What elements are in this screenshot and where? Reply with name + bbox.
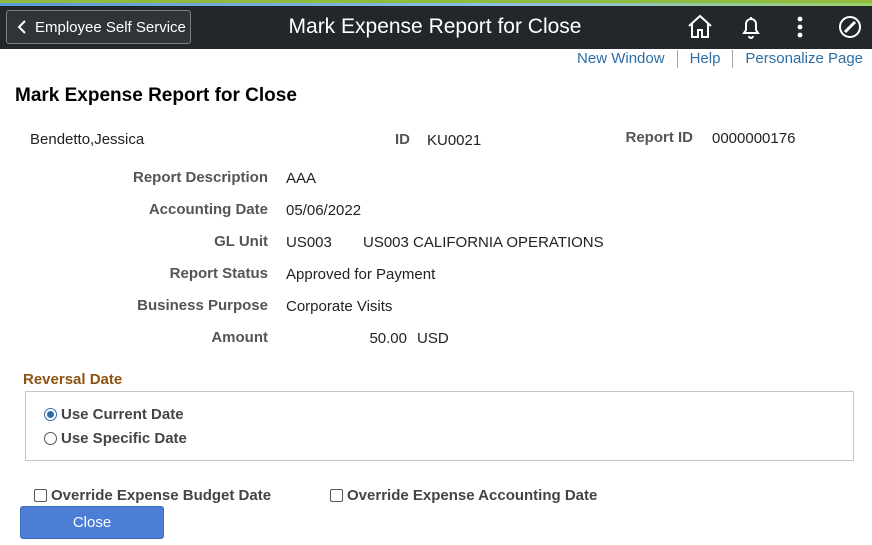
amount-value: 50.00 xyxy=(369,330,407,347)
gl-unit-name: US003 CALIFORNIA OPERATIONS xyxy=(363,234,604,251)
report-id-value: 0000000176 xyxy=(712,130,796,147)
header-bar: Employee Self Service Mark Expense Repor… xyxy=(0,6,872,49)
header-title: Mark Expense Report for Close xyxy=(288,15,582,38)
override-budget-date-option[interactable]: Override Expense Budget Date xyxy=(34,487,271,504)
home-icon[interactable] xyxy=(686,12,714,42)
report-description-label: Report Description xyxy=(132,169,268,186)
new-window-link[interactable]: New Window xyxy=(577,50,665,68)
more-options-icon[interactable] xyxy=(786,12,814,42)
accounting-date-value: 05/06/2022 xyxy=(286,202,362,219)
amount-label: Amount xyxy=(211,329,268,346)
page-title: Mark Expense Report for Close xyxy=(15,85,297,106)
navbar-compass-icon[interactable] xyxy=(836,12,864,42)
override-budget-date-checkbox[interactable] xyxy=(34,489,47,502)
chevron-left-icon xyxy=(17,20,26,34)
employee-name: Bendetto,Jessica xyxy=(30,131,145,148)
business-purpose-value: Corporate Visits xyxy=(286,298,393,315)
override-accounting-date-option[interactable]: Override Expense Accounting Date xyxy=(330,487,597,504)
gl-unit-label: GL Unit xyxy=(214,233,268,250)
use-specific-date-label: Use Specific Date xyxy=(61,430,187,447)
id-value: KU0021 xyxy=(427,132,482,149)
gl-unit-code: US003 xyxy=(286,234,332,251)
bell-icon[interactable] xyxy=(737,12,765,42)
use-current-date-option[interactable]: Use Current Date xyxy=(44,406,184,423)
id-label: ID xyxy=(395,131,410,148)
personalize-page-link[interactable]: Personalize Page xyxy=(745,50,863,68)
use-current-date-label: Use Current Date xyxy=(61,406,184,423)
link-divider xyxy=(732,50,734,68)
override-budget-date-label: Override Expense Budget Date xyxy=(51,487,272,504)
report-id-label: Report ID xyxy=(625,129,694,146)
top-banner: Employee Self Service Mark Expense Repor… xyxy=(0,0,872,49)
accounting-date-label: Accounting Date xyxy=(148,201,268,218)
back-button-label: Employee Self Service xyxy=(35,18,186,36)
use-specific-date-option[interactable]: Use Specific Date xyxy=(44,430,187,447)
report-status-label: Report Status xyxy=(169,265,268,282)
close-button[interactable]: Close xyxy=(20,506,164,539)
reversal-date-group xyxy=(25,391,854,461)
override-accounting-date-label: Override Expense Accounting Date xyxy=(347,487,598,504)
link-divider xyxy=(676,50,678,68)
back-button[interactable]: Employee Self Service xyxy=(6,10,191,44)
override-accounting-date-checkbox[interactable] xyxy=(330,489,343,502)
amount-currency: USD xyxy=(417,330,449,347)
business-purpose-label: Business Purpose xyxy=(137,297,268,314)
help-link[interactable]: Help xyxy=(690,50,721,68)
report-status-value: Approved for Payment xyxy=(286,266,436,283)
reversal-date-title: Reversal Date xyxy=(23,371,123,388)
utility-links: New Window Help Personalize Page xyxy=(577,50,863,68)
use-specific-date-radio[interactable] xyxy=(44,432,57,445)
report-description-value: AAA xyxy=(286,170,317,187)
use-current-date-radio[interactable] xyxy=(44,408,57,421)
